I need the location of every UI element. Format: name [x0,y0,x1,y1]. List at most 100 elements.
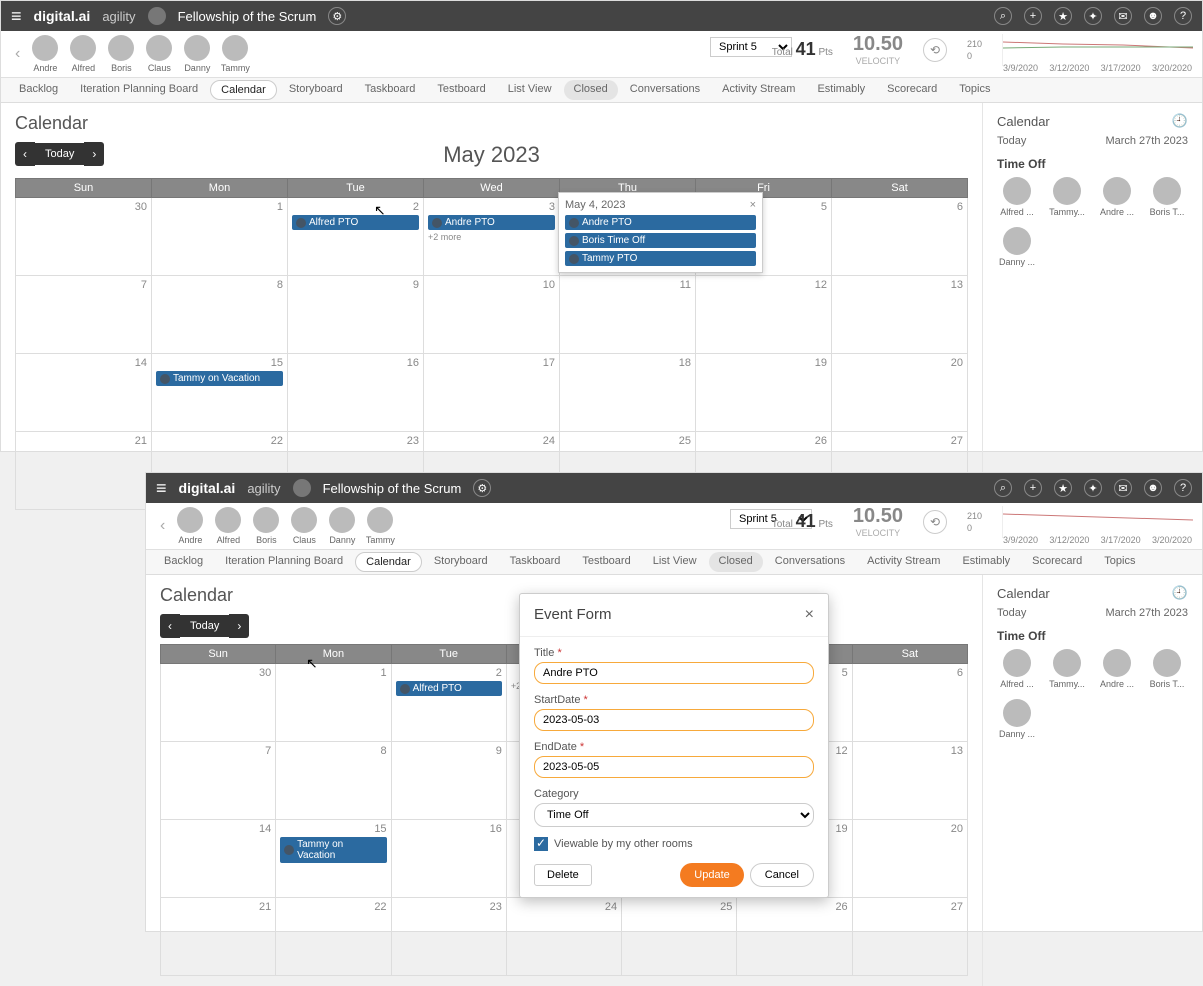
tab-storyboard[interactable]: Storyboard [279,80,353,100]
cal-cell[interactable]: 14 [16,354,152,432]
side-panel: Calendar🕘 TodayMarch 27th 2023 Time Off … [982,103,1202,520]
cal-cell[interactable]: 1 [152,198,288,276]
today-value: March 27th 2023 [1105,135,1188,147]
avatar [184,35,210,61]
cal-cell[interactable]: 16 [288,354,424,432]
event-pill[interactable]: Tammy PTO [565,251,756,266]
timeoff-person[interactable]: Alfred ... [997,177,1037,217]
tab-topics[interactable]: Topics [949,80,1000,100]
tab-activity-stream[interactable]: Activity Stream [712,80,805,100]
gear-icon[interactable]: ⚙ [328,7,346,25]
startdate-input[interactable] [534,709,814,731]
avatar [146,35,172,61]
page-title: Calendar [15,113,968,134]
cal-next[interactable]: › [84,142,104,166]
cal-cell[interactable]: 13 [832,276,968,354]
cal-cell[interactable]: 9 [288,276,424,354]
avatar [222,35,248,61]
member-item[interactable]: Boris [104,35,138,73]
cal-cell[interactable]: 7 [16,276,152,354]
avatar [1003,177,1031,205]
chat-icon[interactable]: ✉ [1114,7,1132,25]
cal-cell[interactable]: 21 [16,432,152,510]
tab-list-view[interactable]: List View [498,80,562,100]
tab-testboard[interactable]: Testboard [427,80,495,100]
field-enddate: EndDate * [534,741,814,778]
title-input[interactable] [534,662,814,684]
dow: Wed [424,179,560,198]
timeoff-person[interactable]: Danny ... [997,227,1037,267]
search-icon[interactable]: ⌕ [994,7,1012,25]
clock-icon[interactable]: 🕘 [1172,113,1188,129]
tab-iteration-planning[interactable]: Iteration Planning Board [70,80,208,100]
user-icon[interactable]: ☻ [1144,7,1162,25]
field-title: Title * [534,647,814,684]
member-name: Claus [142,63,176,73]
member-item[interactable]: Tammy [218,35,252,73]
cal-cell[interactable]: 12 [696,276,832,354]
avatar [32,35,58,61]
cal-cell[interactable]: 6 [832,198,968,276]
members-prev[interactable]: ‹ [11,45,24,63]
event-pill[interactable]: Tammy on Vacation [156,371,283,386]
event-pill[interactable]: Alfred PTO [292,215,419,230]
event-pill[interactable]: Andre PTO [428,215,555,230]
room-avatar [148,7,166,25]
close-icon[interactable]: × [750,199,756,211]
checkbox-icon [534,837,548,851]
cancel-button[interactable]: Cancel [750,863,814,887]
tab-scorecard[interactable]: Scorecard [877,80,947,100]
refresh-icon[interactable]: ⟲ [923,38,947,62]
tab-taskboard[interactable]: Taskboard [355,80,426,100]
enddate-input[interactable] [534,756,814,778]
member-item[interactable]: Danny [180,35,214,73]
avatar-dot [569,218,579,228]
delete-button[interactable]: Delete [534,864,592,886]
member-item[interactable]: Claus [142,35,176,73]
member-item[interactable]: Andre [28,35,62,73]
close-icon[interactable]: × [805,606,814,624]
category-select[interactable]: Time Off [534,803,814,827]
plus-icon[interactable]: + [1024,7,1042,25]
menu-icon[interactable]: ≡ [11,6,22,27]
member-name: Alfred [66,63,100,73]
cal-cell[interactable]: 3 Andre PTO +2 more [424,198,560,276]
cursor-icon: ↖ [306,655,318,672]
room-name[interactable]: Fellowship of the Scrum [178,9,317,24]
timeoff-person[interactable]: Boris T... [1147,177,1187,217]
cal-cell[interactable]: 17 [424,354,560,432]
cal-prev[interactable]: ‹ [15,142,35,166]
timeoff-person[interactable]: Andre ... [1097,177,1137,217]
tab-calendar[interactable]: Calendar [210,80,277,100]
cal-cell[interactable]: 8 [152,276,288,354]
tab-estimably[interactable]: Estimably [807,80,875,100]
puzzle-icon[interactable]: ✦ [1084,7,1102,25]
avatar [1103,177,1131,205]
cal-cell[interactable]: May 4, 2023× Andre PTO Boris Time Off Ta… [560,198,696,276]
tab-closed[interactable]: Closed [564,80,618,100]
tab-conversations[interactable]: Conversations [620,80,710,100]
event-pill[interactable]: Boris Time Off [565,233,756,248]
cal-cell[interactable]: 15 Tammy on Vacation [152,354,288,432]
cal-cell[interactable]: 30 [16,198,152,276]
help-icon[interactable]: ? [1174,7,1192,25]
timeoff-person[interactable]: Tammy... [1047,177,1087,217]
tab-backlog[interactable]: Backlog [9,80,68,100]
global-header: ≡ digital.ai agility Fellowship of the S… [1,1,1202,31]
member-item[interactable]: Alfred [66,35,100,73]
more-link[interactable]: +2 more [428,232,555,242]
cal-cell[interactable]: 18 [560,354,696,432]
cal-cell[interactable]: 2 Alfred PTO ↖ [288,198,424,276]
cal-today-button[interactable]: Today [35,143,84,165]
update-button[interactable]: Update [680,863,743,887]
members-row: ‹ Andre Alfred Boris Claus Danny Tammy ›… [1,31,1202,78]
dow: Sat [832,179,968,198]
spark-date: 3/12/2020 [1049,63,1089,73]
event-pill[interactable]: Andre PTO [565,215,756,230]
cal-cell[interactable]: 20 [832,354,968,432]
cal-cell[interactable]: 19 [696,354,832,432]
viewable-checkbox[interactable]: Viewable by my other rooms [534,837,814,851]
cal-cell[interactable]: 11 [560,276,696,354]
cal-cell[interactable]: 10 [424,276,560,354]
star-icon[interactable]: ★ [1054,7,1072,25]
